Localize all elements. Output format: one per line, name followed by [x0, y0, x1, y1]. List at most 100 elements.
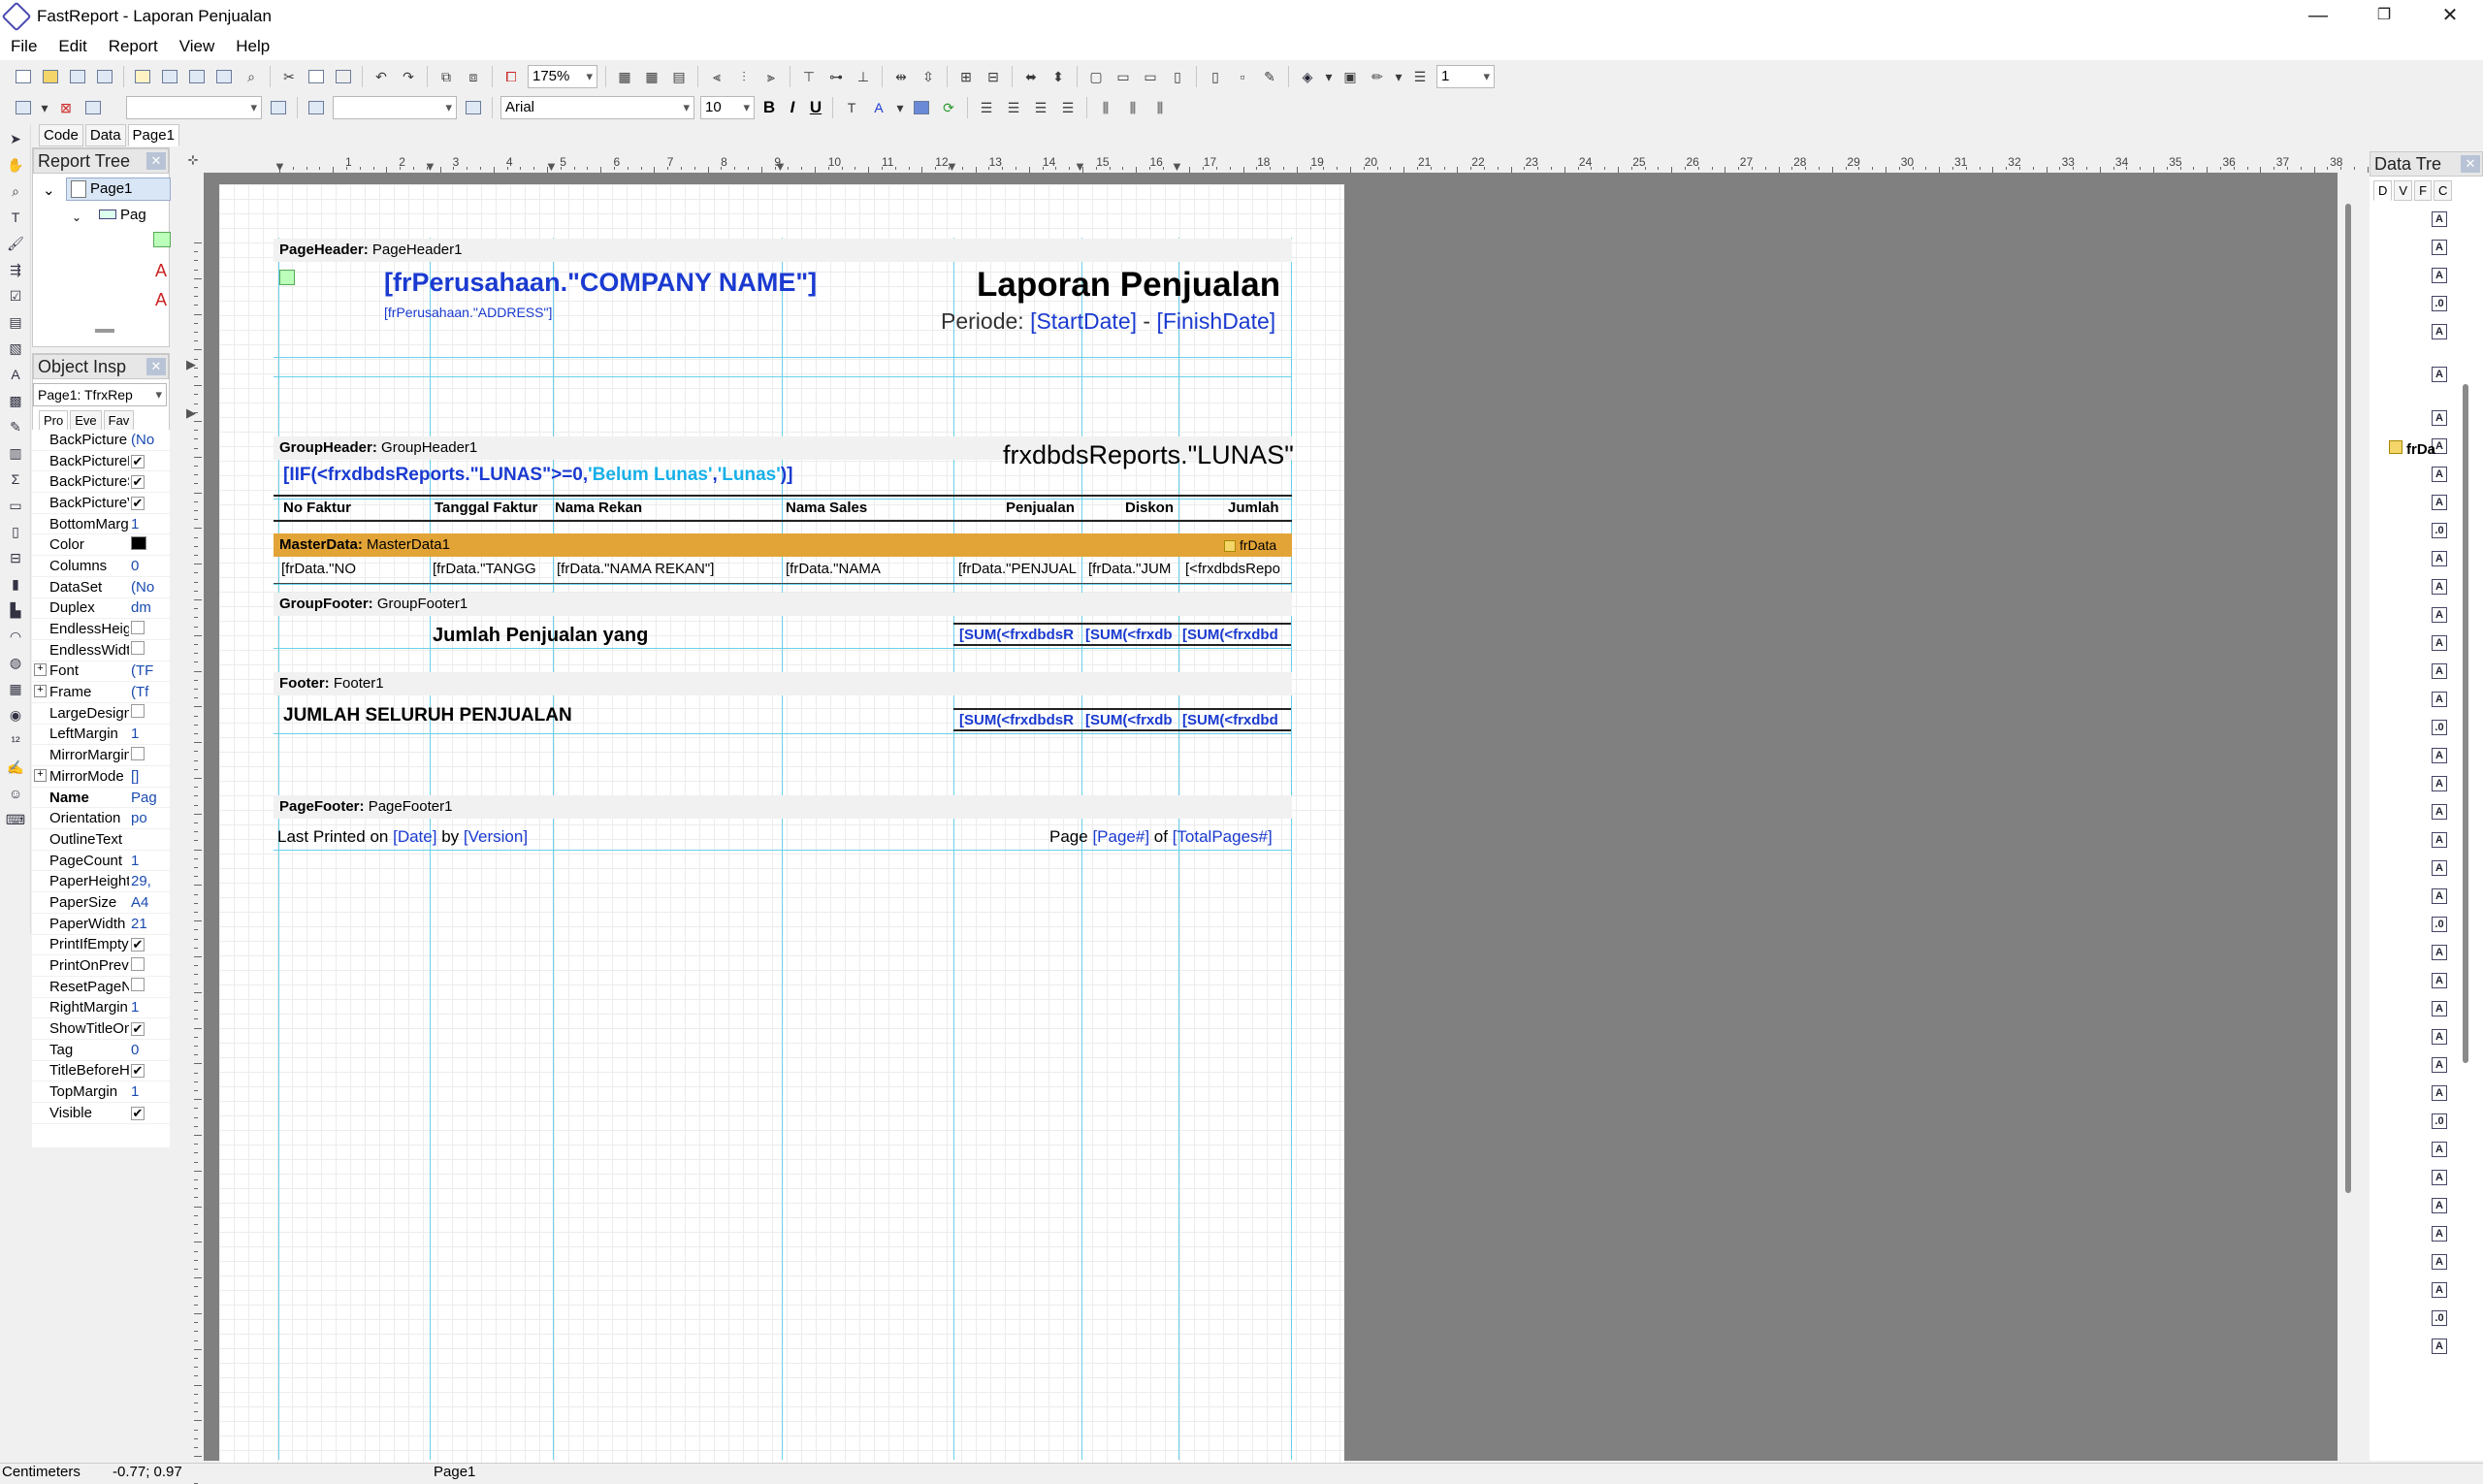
format-icon[interactable]	[305, 96, 328, 119]
data-field-row[interactable]: .0	[2370, 1304, 2483, 1332]
property-row[interactable]: TitleBeforeHe✔	[32, 1061, 170, 1082]
space-h-icon[interactable]: ⇹	[889, 65, 913, 88]
hand-tool-icon[interactable]: ✋	[4, 153, 27, 177]
field-icon[interactable]: .0	[2432, 295, 2447, 311]
align-right-icon[interactable]: ⫸	[759, 65, 783, 88]
data-field-row[interactable]: A	[2370, 1135, 2483, 1163]
property-checkbox[interactable]	[131, 956, 145, 971]
style-apply-icon[interactable]	[267, 96, 290, 119]
field-icon[interactable]: A	[2432, 634, 2447, 651]
property-checkbox[interactable]: ✔	[131, 475, 145, 490]
band-pageheader[interactable]: PageHeader: PageHeader1	[274, 239, 1292, 262]
band-pagefooter[interactable]: PageFooter: PageFooter1	[274, 795, 1292, 819]
valign-top-icon[interactable]: ⫼	[1094, 96, 1117, 119]
company-logo-placeholder[interactable]	[279, 270, 295, 285]
show-grid-icon[interactable]: ▦	[613, 65, 636, 88]
field-icon[interactable]: A	[2432, 367, 2447, 382]
scroll-thumb[interactable]	[2345, 204, 2351, 1193]
menu-report[interactable]: Report	[98, 37, 169, 56]
data-cell[interactable]: [<frxdbdsRepo	[1185, 561, 1280, 577]
property-value[interactable]	[129, 746, 170, 764]
field-icon[interactable]: A	[2432, 1197, 2447, 1213]
close-icon[interactable]: ✕	[146, 358, 166, 375]
italic-button[interactable]: I	[781, 98, 804, 117]
users-icon[interactable]: ☺	[4, 782, 27, 805]
property-value[interactable]	[129, 641, 170, 659]
data-field-row[interactable]: A	[2370, 1332, 2483, 1360]
shadow-icon[interactable]: ▣	[1338, 65, 1362, 88]
same-height-icon[interactable]: ⬍	[1047, 65, 1070, 88]
menu-help[interactable]: Help	[225, 37, 280, 56]
scroll-handle[interactable]	[95, 329, 114, 333]
open-icon[interactable]	[39, 65, 62, 88]
property-row[interactable]: BackPicturePr✔	[32, 451, 170, 472]
field-icon[interactable]: A	[2432, 323, 2447, 339]
property-row[interactable]: BackPicture (No	[32, 430, 170, 451]
sum-field[interactable]: [SUM(<frxdbdsR	[959, 712, 1074, 728]
sum-field[interactable]: [SUM(<frxdb	[1085, 627, 1173, 643]
property-row[interactable]: PageCount 1	[32, 851, 170, 872]
watermark-icon[interactable]: ⧠	[500, 65, 523, 88]
field-icon[interactable]: A	[2432, 747, 2447, 763]
object-selector-combo[interactable]: Page1: TfrxRep	[33, 383, 167, 406]
field-icon[interactable]: A	[2432, 1141, 2447, 1157]
property-row[interactable]: MirrorMode[]	[32, 766, 170, 788]
close-icon[interactable]: ✕	[2461, 155, 2480, 173]
globe-icon[interactable]: ◉	[4, 703, 27, 726]
property-row[interactable]: Columns 0	[32, 556, 170, 577]
property-value[interactable]: []	[129, 768, 170, 785]
tab-code[interactable]: Code	[39, 124, 83, 146]
property-row[interactable]: Visible ✔	[32, 1103, 170, 1124]
field-icon[interactable]: A	[2432, 1225, 2447, 1242]
style-dropdown-icon[interactable]: ▾	[39, 96, 50, 119]
data-field-row[interactable]: A	[2370, 317, 2483, 345]
property-value[interactable]: ✔	[129, 1020, 170, 1037]
align-center-h-icon[interactable]: ⫶	[732, 65, 756, 88]
tab-data[interactable]: Data	[84, 124, 126, 146]
column-marker-icon[interactable]: ▼	[1171, 159, 1183, 174]
data-cell[interactable]: [frData."NO	[281, 561, 356, 577]
property-checkbox[interactable]: ✔	[131, 454, 145, 468]
cross-tab-icon[interactable]: ⊟	[4, 546, 27, 569]
field-icon[interactable]: A	[2432, 1253, 2447, 1270]
signature-icon[interactable]: ✍	[4, 756, 27, 779]
property-row[interactable]: PrintOnPrevio	[32, 955, 170, 977]
rich-tool-icon[interactable]: ▤	[4, 310, 27, 334]
field-icon[interactable]: A	[2432, 1084, 2447, 1101]
frame-top-icon[interactable]: ▭	[1112, 65, 1135, 88]
format-combo[interactable]	[333, 96, 457, 119]
data-cell[interactable]: [frData."NAMA	[786, 561, 881, 577]
tab-events[interactable]: Eve	[70, 410, 102, 431]
column-marker-icon[interactable]: ▼	[274, 159, 286, 174]
grand-total-label[interactable]: JUMLAH SELURUH PENJUALAN	[283, 705, 572, 726]
gauge-icon[interactable]: ◠	[4, 625, 27, 648]
property-row[interactable]: Name Pag	[32, 788, 170, 809]
property-row[interactable]: EndlessHeight	[32, 619, 170, 640]
property-row[interactable]: RightMargin 1	[32, 998, 170, 1019]
data-cell[interactable]: [frData."NAMA REKAN"]	[557, 561, 714, 577]
field-icon[interactable]: A	[2432, 239, 2447, 255]
field-icon[interactable]: .0	[2432, 719, 2447, 735]
property-value[interactable]	[129, 704, 170, 722]
field-icon[interactable]: A	[2432, 691, 2447, 707]
undo-icon[interactable]: ↶	[370, 65, 393, 88]
field-icon[interactable]: A	[2432, 1000, 2447, 1016]
column-marker-icon[interactable]: ▼	[946, 159, 958, 174]
band-marker-icon[interactable]: ▶	[186, 405, 196, 421]
new-page-icon[interactable]	[131, 65, 154, 88]
property-value[interactable]: 21	[129, 916, 170, 932]
data-field-row[interactable]: A	[2370, 1163, 2483, 1191]
band-groupfooter[interactable]: GroupFooter: GroupFooter1	[274, 593, 1292, 616]
property-row[interactable]: Font(TF	[32, 661, 170, 683]
field-icon[interactable]: A	[2432, 662, 2447, 679]
column-header[interactable]: Nama Rekan	[555, 500, 642, 516]
format-painter-icon[interactable]: 🖌	[4, 232, 27, 255]
property-row[interactable]: MirrorMargins	[32, 745, 170, 766]
copy-icon[interactable]	[305, 65, 328, 88]
column-header[interactable]: Penjualan	[1006, 500, 1075, 516]
maximize-button[interactable]: ❐	[2351, 0, 2417, 33]
property-checkbox[interactable]	[131, 620, 145, 634]
group-condition-field[interactable]: frxdbdsReports."LUNAS"	[1003, 440, 1294, 470]
field-icon[interactable]: A	[2432, 1281, 2447, 1298]
frame-left-icon[interactable]: ▯	[1166, 65, 1189, 88]
